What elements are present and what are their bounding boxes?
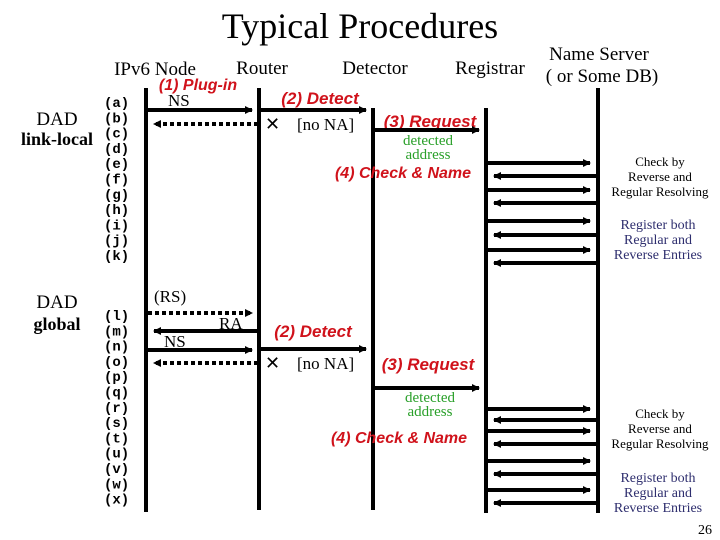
svg-text:Regular Resolving: Regular Resolving [611, 436, 709, 451]
svg-text:Reverse and: Reverse and [628, 169, 692, 184]
svg-text:Register both: Register both [620, 471, 695, 486]
step-letter: (b) [104, 111, 129, 127]
step-letter: (f) [104, 173, 129, 189]
step-letter: (j) [104, 234, 129, 250]
svg-text:Reverse Entries: Reverse Entries [614, 501, 702, 516]
svg-text:Regular and: Regular and [624, 233, 692, 248]
step-letters-link-local: (a)(b)(c)(d)(e)(f)(g)(h)(i)(j)(k) [104, 96, 129, 265]
step-letter: (d) [104, 142, 129, 158]
step-letter: (k) [104, 249, 129, 265]
step-letter: (c) [104, 127, 129, 143]
svg-text:Regular and: Regular and [624, 486, 692, 501]
sequence-diagram: Typical Procedures IPv6 Node Router Dete… [21, 6, 712, 538]
step-letter: (p) [104, 370, 129, 386]
step-letter: (h) [104, 203, 129, 219]
actor-name-server-subtitle: ( or Some DB) [546, 66, 658, 87]
no-na-label: [no NA] [297, 115, 354, 134]
svg-text:Reverse and: Reverse and [628, 421, 692, 436]
note-check-global: Check by Reverse and Regular Resolving [611, 406, 709, 451]
step-letter: (i) [104, 218, 129, 234]
step-letter: (x) [104, 493, 129, 509]
step-letter: (v) [104, 462, 129, 478]
phase-global-label: global [33, 314, 80, 334]
svg-text:Check by: Check by [635, 154, 685, 169]
step-letter: (r) [104, 401, 129, 417]
page-number: 26 [698, 523, 712, 538]
step-letter: (o) [104, 355, 129, 371]
check-and-name-label: (4) Check & Name [335, 165, 471, 182]
step-letter: (n) [104, 340, 129, 356]
step-letter: (a) [104, 96, 129, 112]
registrar-nameserver-exchange-global [488, 405, 596, 507]
registrar-nameserver-exchange-link-local [488, 159, 596, 267]
actor-registrar: Registrar [455, 58, 525, 79]
step-letter: (u) [104, 447, 129, 463]
actor-name-server: Name Server [549, 44, 649, 65]
slide: Typical Procedures IPv6 Node Router Dete… [0, 0, 720, 540]
step-letter: (s) [104, 416, 129, 432]
step-letter: (e) [104, 157, 129, 173]
lifelines [144, 88, 600, 513]
note-check-link-local: Check by Reverse and Regular Resolving [611, 154, 709, 199]
detected-address-line2: address [406, 147, 451, 163]
svg-text:Regular Resolving: Regular Resolving [611, 184, 709, 199]
step-letter: (g) [104, 188, 129, 204]
msg-rs-label: (RS) [154, 287, 186, 306]
phase-link-local-label: link-local [21, 129, 93, 149]
step-letter: (q) [104, 386, 129, 402]
step-letter: (l) [104, 309, 129, 325]
msg-ns-label: NS [168, 91, 190, 110]
check-and-name-global-label: (4) Check & Name [331, 430, 467, 447]
step-letters-global: (l)(m)(n)(o)(p)(q)(r)(s)(t)(u)(v)(w)(x) [104, 309, 129, 509]
no-na-global-label: [no NA] [297, 354, 354, 373]
step-letter: (t) [104, 431, 129, 447]
svg-text:Reverse Entries: Reverse Entries [614, 248, 702, 263]
slide-title: Typical Procedures [222, 6, 498, 46]
detect-label: (2) Detect [281, 89, 360, 108]
lost-x-icon: ✕ [265, 114, 280, 134]
phase-dad-global-label: DAD [36, 292, 77, 313]
detect-global-label: (2) Detect [274, 322, 353, 341]
step-letter: (m) [104, 324, 129, 340]
note-register-global: Register both Regular and Reverse Entrie… [614, 471, 702, 516]
phase-dad-label: DAD [36, 109, 77, 130]
actor-router: Router [236, 58, 288, 79]
step-letter: (w) [104, 477, 129, 493]
request-global-label: (3) Request [382, 355, 476, 374]
detected-address-global-line2: address [408, 404, 453, 420]
actor-detector: Detector [342, 58, 408, 79]
lost-x-global-icon: ✕ [265, 353, 280, 373]
svg-text:Register both: Register both [620, 218, 695, 233]
note-register-link-local: Register both Regular and Reverse Entrie… [614, 218, 702, 263]
svg-text:Check by: Check by [635, 406, 685, 421]
